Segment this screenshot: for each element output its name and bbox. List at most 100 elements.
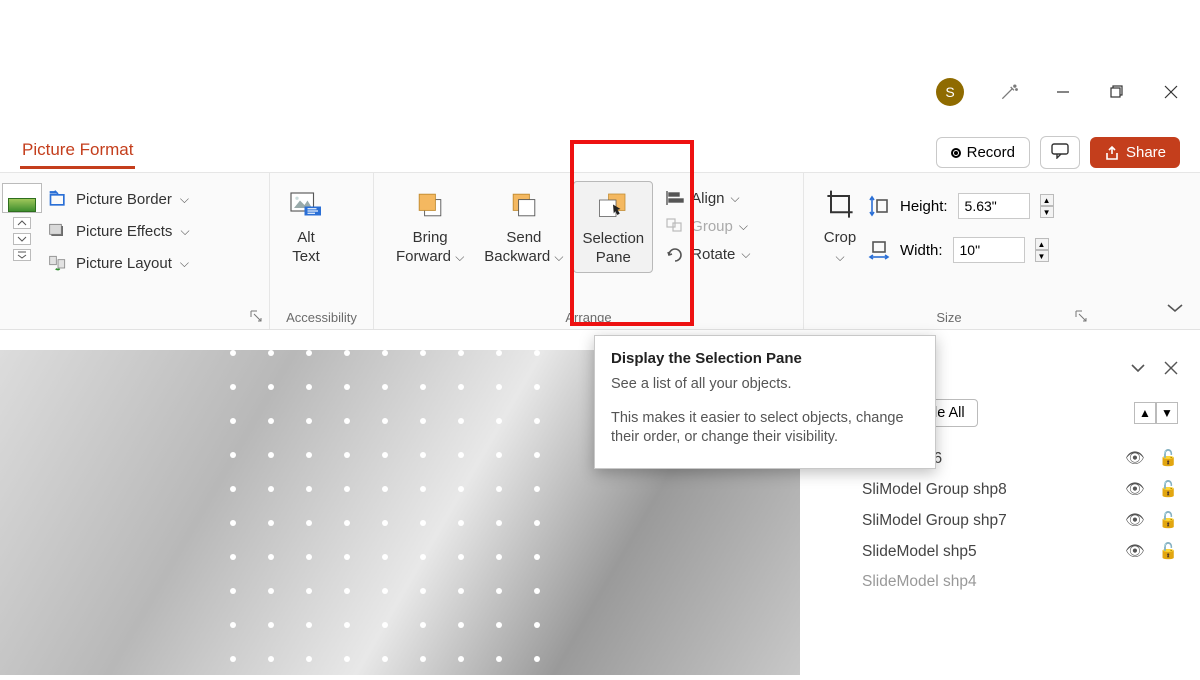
width-spinner[interactable]: ▲▼ [1035,238,1049,262]
picture-style-preview[interactable] [2,183,42,213]
list-item[interactable]: SlideModel shp4 [862,573,1178,591]
chevron-down-icon: ⌵ [180,256,189,271]
alt-text-label-2: Text [292,248,320,265]
arrange-mini-column: Align ⌵ Group ⌵ Rotate ⌵ [665,183,750,263]
share-button[interactable]: Share [1090,137,1180,168]
gallery-more-icon[interactable] [13,249,31,261]
bring-forward-l1: Bring [413,229,448,246]
selection-object-list: Model shp6 👁🔓 SliModel Group shp8 👁🔓 Sli… [862,449,1178,591]
decorative-dot-grid [230,350,580,680]
eye-icon[interactable]: 👁 [1125,449,1145,468]
rotate-label: Rotate [691,246,735,263]
lock-icon[interactable]: 🔓 [1159,449,1178,468]
group-label-accessibility: Accessibility [270,310,373,325]
picture-border-button[interactable]: Picture Border ⌵ [48,189,190,209]
group-arrange: BringForward ⌵ SendBackward ⌵ SelectionP… [374,173,804,329]
list-item[interactable]: SlideModel shp5 👁 🔓 [862,542,1178,561]
group-label-text: Group [691,218,733,235]
lock-icon[interactable]: 🔓 [1159,542,1178,561]
alt-text-button[interactable]: Alt Text [278,183,334,267]
list-item[interactable]: SliModel Group shp7 👁 🔓 [862,511,1178,530]
gallery-up-icon[interactable] [13,217,31,229]
pane-collapse-icon[interactable] [1130,362,1146,374]
minimize-icon[interactable] [1054,83,1072,101]
selection-pane-button[interactable]: Selection Pane [573,181,653,273]
move-up-icon[interactable]: ▲ [1134,402,1156,424]
tooltip-line1: See a list of all your objects. [611,375,919,395]
lock-icon[interactable]: 🔓 [1159,511,1178,530]
picture-layout-label: Picture Layout [76,255,172,272]
move-down-icon[interactable]: ▼ [1156,402,1178,424]
comments-button[interactable] [1040,136,1080,169]
height-icon [868,195,890,217]
selection-pane-tooltip: Display the Selection Pane See a list of… [594,335,936,469]
record-button[interactable]: Record [936,137,1030,168]
group-label-arrange: Arrange [374,310,803,325]
tooltip-title: Display the Selection Pane [611,350,919,367]
group-size: Crop⌵ Height: ▲▼ Width: ▲▼ Size [804,173,1094,329]
eye-icon[interactable]: 👁 [1125,511,1145,530]
width-row: Width: ▲▼ [868,237,1054,263]
eye-icon[interactable]: 👁 [1125,480,1145,499]
coming-soon-icon[interactable] [1000,83,1018,101]
close-icon[interactable] [1162,83,1180,101]
object-label: SliModel Group shp8 [862,481,1007,499]
bring-forward-button[interactable]: BringForward ⌵ [386,183,474,267]
crop-label: Crop [824,229,857,246]
object-label: SlideModel shp4 [862,573,977,591]
crop-button[interactable]: Crop⌵ [812,183,868,267]
picture-effects-button[interactable]: Picture Effects ⌵ [48,221,190,241]
tooltip-line2: This makes it easier to select objects, … [611,409,919,448]
share-label: Share [1126,144,1166,161]
send-backward-button[interactable]: SendBackward ⌵ [474,183,573,267]
tab-picture-format[interactable]: Picture Format [20,136,135,169]
height-input[interactable] [958,193,1030,219]
chevron-down-icon: ⌵ [180,192,189,207]
picture-effects-label: Picture Effects [76,223,172,240]
selection-pane-l1: Selection [582,230,644,247]
bring-forward-l2: Forward [396,248,451,265]
send-backward-l1: Send [506,229,541,246]
dialog-launcher-icon[interactable] [249,309,263,323]
eye-icon[interactable]: 👁 [1125,542,1145,561]
pane-close-icon[interactable] [1164,361,1178,375]
picture-border-label: Picture Border [76,191,172,208]
window-controls: S [936,78,1180,106]
width-label: Width: [900,242,943,259]
group-picture-styles: Picture Border ⌵ Picture Effects ⌵ Pictu… [0,173,270,329]
height-label: Height: [900,198,948,215]
height-row: Height: ▲▼ [868,193,1054,219]
list-item[interactable]: SliModel Group shp8 👁 🔓 [862,480,1178,499]
group-accessibility: Alt Text Accessibility [270,173,374,329]
picture-styles-gallery[interactable] [2,183,42,261]
send-backward-l2: Backward [484,248,550,265]
tab-right-controls: Record Share [936,136,1180,169]
group-label-size: Size [804,310,1094,325]
picture-layout-button[interactable]: Picture Layout ⌵ [48,253,190,273]
width-icon [868,239,890,261]
record-label: Record [967,144,1015,161]
ribbon-tabline: Picture Format Record Share [20,136,1180,169]
group-button: Group ⌵ [665,217,750,235]
alt-text-label-1: Alt [297,229,315,246]
record-icon [951,148,961,158]
rotate-button[interactable]: Rotate ⌵ [665,245,750,263]
gallery-down-icon[interactable] [13,233,31,245]
ribbon: Picture Border ⌵ Picture Effects ⌵ Pictu… [0,172,1200,330]
selection-pane-l2: Pane [596,249,631,266]
align-label: Align [691,190,724,207]
dialog-launcher-icon[interactable] [1074,309,1088,323]
object-label: SlideModel shp5 [862,543,977,561]
size-fields: Height: ▲▼ Width: ▲▼ [868,183,1054,263]
lock-icon[interactable]: 🔓 [1159,480,1178,499]
restore-icon[interactable] [1108,83,1126,101]
align-button[interactable]: Align ⌵ [665,189,750,207]
ribbon-collapse-icon[interactable] [1166,301,1184,319]
chevron-down-icon: ⌵ [180,224,189,239]
reorder-buttons: ▲ ▼ [1134,402,1178,424]
width-input[interactable] [953,237,1025,263]
height-spinner[interactable]: ▲▼ [1040,194,1054,218]
picture-options-column: Picture Border ⌵ Picture Effects ⌵ Pictu… [48,183,190,273]
object-label: SliModel Group shp7 [862,512,1007,530]
user-avatar[interactable]: S [936,78,964,106]
